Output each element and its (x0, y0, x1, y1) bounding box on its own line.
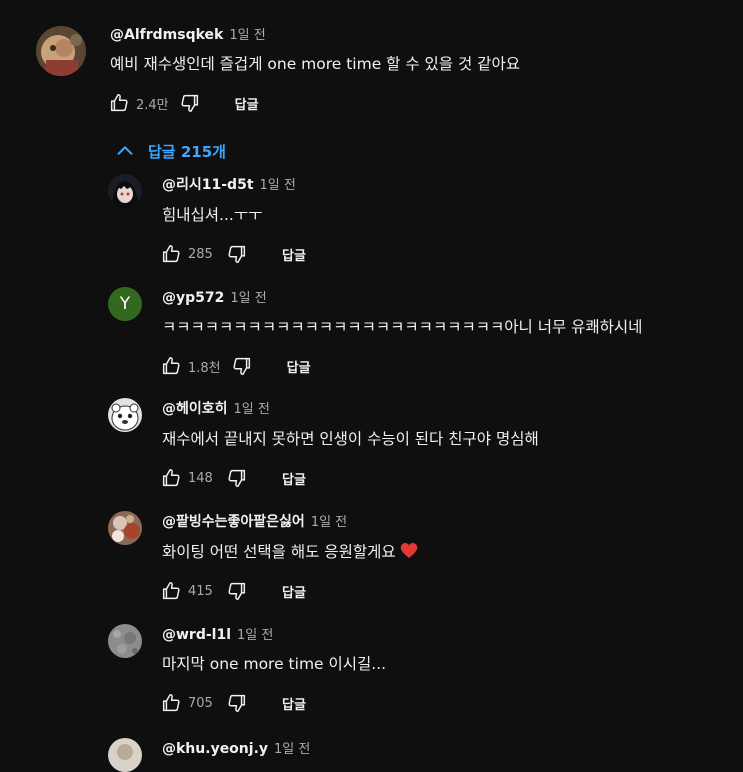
reply-meta: @wrd-l1l 1일 전 (162, 624, 386, 643)
reply-button[interactable]: 답글 (274, 574, 314, 609)
thumb-up-icon (160, 355, 182, 377)
comment-meta: @Alfrdmsqkek 1일 전 (110, 24, 520, 43)
dislike-button[interactable] (225, 349, 259, 383)
like-button[interactable] (154, 574, 188, 608)
like-button[interactable] (154, 686, 188, 720)
reply-actions: 705 답글 (162, 686, 386, 720)
like-button[interactable] (154, 461, 188, 495)
reply-text: ㅋㅋㅋㅋㅋㅋㅋㅋㅋㅋㅋㅋㅋㅋㅋㅋㅋㅋㅋㅋㅋㅋㅋㅋ아니 너무 유쾌하시네 (162, 318, 643, 336)
reply-time[interactable]: 1일 전 (234, 398, 270, 417)
reply-author[interactable]: @yp572 (162, 290, 224, 306)
thumb-up-icon (160, 243, 182, 265)
reply-author[interactable]: @팥빙수는좋아팥은싫어 (162, 511, 305, 531)
avatar[interactable] (36, 26, 86, 76)
thumb-up-icon (160, 580, 182, 602)
reply-text: 재수에서 끝내지 못하면 인생이 수능이 된다 친구야 명심해 (162, 430, 539, 448)
like-count: 415 (188, 583, 213, 599)
avatar[interactable] (108, 174, 142, 208)
reply-text: 힘내십셔...ㅜㅜ (162, 206, 263, 224)
reply-body: @헤이호히 1일 전 재수에서 끝내지 못하면 인생이 수능이 된다 친구야 명… (162, 398, 539, 495)
reply-body: @wrd-l1l 1일 전 마지막 one more time 이시길... 7… (162, 624, 386, 720)
reply-author[interactable]: @khu.yeonj.y (162, 741, 268, 757)
reply-body: @리시11-d5t 1일 전 힘내십셔...ㅜㅜ 285 답글 (162, 174, 314, 271)
comment-time[interactable]: 1일 전 (229, 24, 265, 43)
thumb-down-icon (226, 692, 248, 714)
avatar[interactable] (108, 511, 142, 545)
comment-actions: 2.4만 답글 (110, 86, 520, 120)
reply-text: 화이팅 어떤 선택을 해도 응원할게요 (162, 543, 396, 561)
heart-emoji-icon (400, 543, 417, 558)
avatar[interactable] (108, 738, 142, 772)
like-button[interactable] (154, 237, 188, 271)
reply-author[interactable]: @wrd-l1l (162, 627, 231, 643)
reply-time[interactable]: 1일 전 (237, 624, 273, 643)
thumb-down-icon (226, 243, 248, 265)
reply-time[interactable]: 1일 전 (260, 174, 296, 193)
thumb-down-icon (226, 580, 248, 602)
reply-button[interactable]: 답글 (227, 86, 267, 121)
avatar-image (108, 398, 142, 432)
like-count: 1.8천 (188, 360, 221, 376)
like-count: 148 (188, 470, 213, 486)
reply-button[interactable]: 답글 (274, 237, 314, 272)
replies-count-label: 답글 215개 (148, 142, 226, 161)
replies-toggle-button[interactable]: 답글 215개 (110, 134, 232, 168)
dislike-button[interactable] (173, 86, 207, 120)
avatar-image (108, 624, 142, 658)
like-button[interactable] (102, 86, 136, 120)
like-count: 2.4만 (136, 97, 169, 113)
reply-author[interactable]: @리시11-d5t (162, 174, 254, 194)
comment-author[interactable]: @Alfrdmsqkek (110, 27, 223, 43)
avatar-image (108, 738, 142, 772)
reply-actions: 1.8천 답글 (162, 349, 642, 383)
reply-meta: @팥빙수는좋아팥은싫어 1일 전 (162, 511, 418, 531)
chevron-up-icon (117, 146, 133, 155)
reply-button[interactable]: 답글 (274, 686, 314, 721)
reply-button[interactable]: 답글 (274, 461, 314, 496)
reply-button[interactable]: 답글 (279, 349, 319, 384)
reply-meta: @리시11-d5t 1일 전 (162, 174, 314, 194)
comment-text: 예비 재수생인데 즐겁게 one more time 할 수 있을 것 같아요 (110, 55, 520, 73)
dislike-button[interactable] (220, 237, 254, 271)
avatar-image (108, 174, 142, 208)
dislike-button[interactable] (220, 686, 254, 720)
comment-body: @Alfrdmsqkek 1일 전 예비 재수생인데 즐겁게 one more … (110, 24, 520, 120)
avatar-image (36, 26, 86, 76)
like-count: 285 (188, 246, 213, 262)
thumb-up-icon (160, 467, 182, 489)
reply-actions: 285 답글 (162, 237, 314, 271)
reply-body: @yp572 1일 전 ㅋㅋㅋㅋㅋㅋㅋㅋㅋㅋㅋㅋㅋㅋㅋㅋㅋㅋㅋㅋㅋㅋㅋㅋ아니 너… (162, 287, 642, 383)
reply-time[interactable]: 1일 전 (311, 511, 347, 530)
avatar[interactable]: Y (108, 287, 142, 321)
reply-time[interactable]: 1일 전 (230, 287, 266, 306)
avatar[interactable] (108, 624, 142, 658)
thumb-down-icon (231, 355, 253, 377)
reply-author[interactable]: @헤이호히 (162, 398, 228, 418)
like-count: 705 (188, 695, 213, 711)
reply-text: 마지막 one more time 이시길... (162, 655, 387, 673)
thumb-down-icon (226, 467, 248, 489)
thumb-up-icon (108, 92, 130, 114)
thumb-down-icon (179, 92, 201, 114)
reply-text-row: 화이팅 어떤 선택을 해도 응원할게요 (162, 540, 418, 562)
thumb-up-icon (160, 692, 182, 714)
dislike-button[interactable] (220, 574, 254, 608)
avatar[interactable] (108, 398, 142, 432)
reply-body: @팥빙수는좋아팥은싫어 1일 전 화이팅 어떤 선택을 해도 응원할게요 415… (162, 511, 418, 608)
reply-meta: @헤이호히 1일 전 (162, 398, 539, 418)
reply-meta: @yp572 1일 전 (162, 287, 642, 306)
reply-actions: 148 답글 (162, 461, 539, 495)
reply-actions: 415 답글 (162, 574, 418, 608)
avatar-image (108, 511, 142, 545)
like-button[interactable] (154, 349, 188, 383)
dislike-button[interactable] (220, 461, 254, 495)
